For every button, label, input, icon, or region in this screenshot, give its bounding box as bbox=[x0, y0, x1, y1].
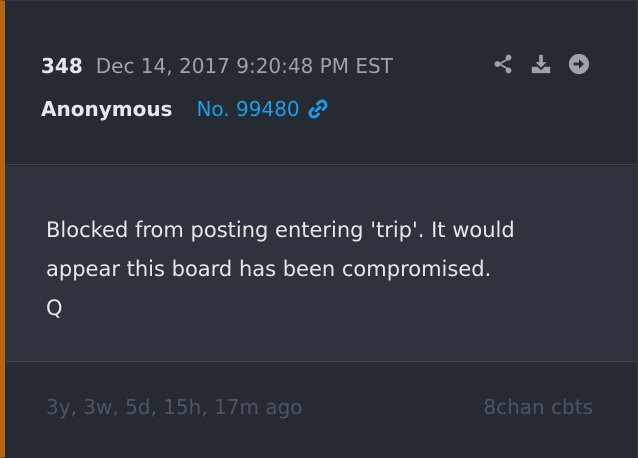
post-source: 8chan cbts bbox=[483, 395, 593, 419]
post-meta: 348 Dec 14, 2017 9:20:48 PM EST bbox=[41, 51, 393, 81]
post-card: 348 Dec 14, 2017 9:20:48 PM EST Anonymou… bbox=[0, 0, 638, 458]
post-author: Anonymous bbox=[41, 97, 173, 121]
post-message: Blocked from posting entering 'trip'. It… bbox=[46, 218, 515, 320]
post-actions bbox=[491, 52, 591, 76]
post-author-line: Anonymous No. 99480 bbox=[41, 93, 330, 125]
arrow-circle-right-icon bbox=[568, 53, 590, 75]
post-header: 348 Dec 14, 2017 9:20:48 PM EST Anonymou… bbox=[5, 1, 637, 165]
post-reference-link[interactable]: No. 99480 bbox=[196, 97, 299, 121]
post-age: 3y, 3w, 5d, 15h, 17m ago bbox=[46, 395, 303, 419]
link-icon[interactable] bbox=[306, 97, 330, 121]
share-button[interactable] bbox=[491, 52, 515, 76]
post-timestamp: Dec 14, 2017 9:20:48 PM EST bbox=[95, 54, 393, 78]
post-number: 348 bbox=[41, 54, 83, 78]
share-icon bbox=[494, 54, 512, 74]
download-button[interactable] bbox=[529, 52, 553, 76]
post-body: Blocked from posting entering 'trip'. It… bbox=[5, 166, 637, 362]
download-icon bbox=[531, 54, 551, 74]
goto-button[interactable] bbox=[567, 52, 591, 76]
post-footer: 3y, 3w, 5d, 15h, 17m ago 8chan cbts bbox=[5, 363, 637, 458]
